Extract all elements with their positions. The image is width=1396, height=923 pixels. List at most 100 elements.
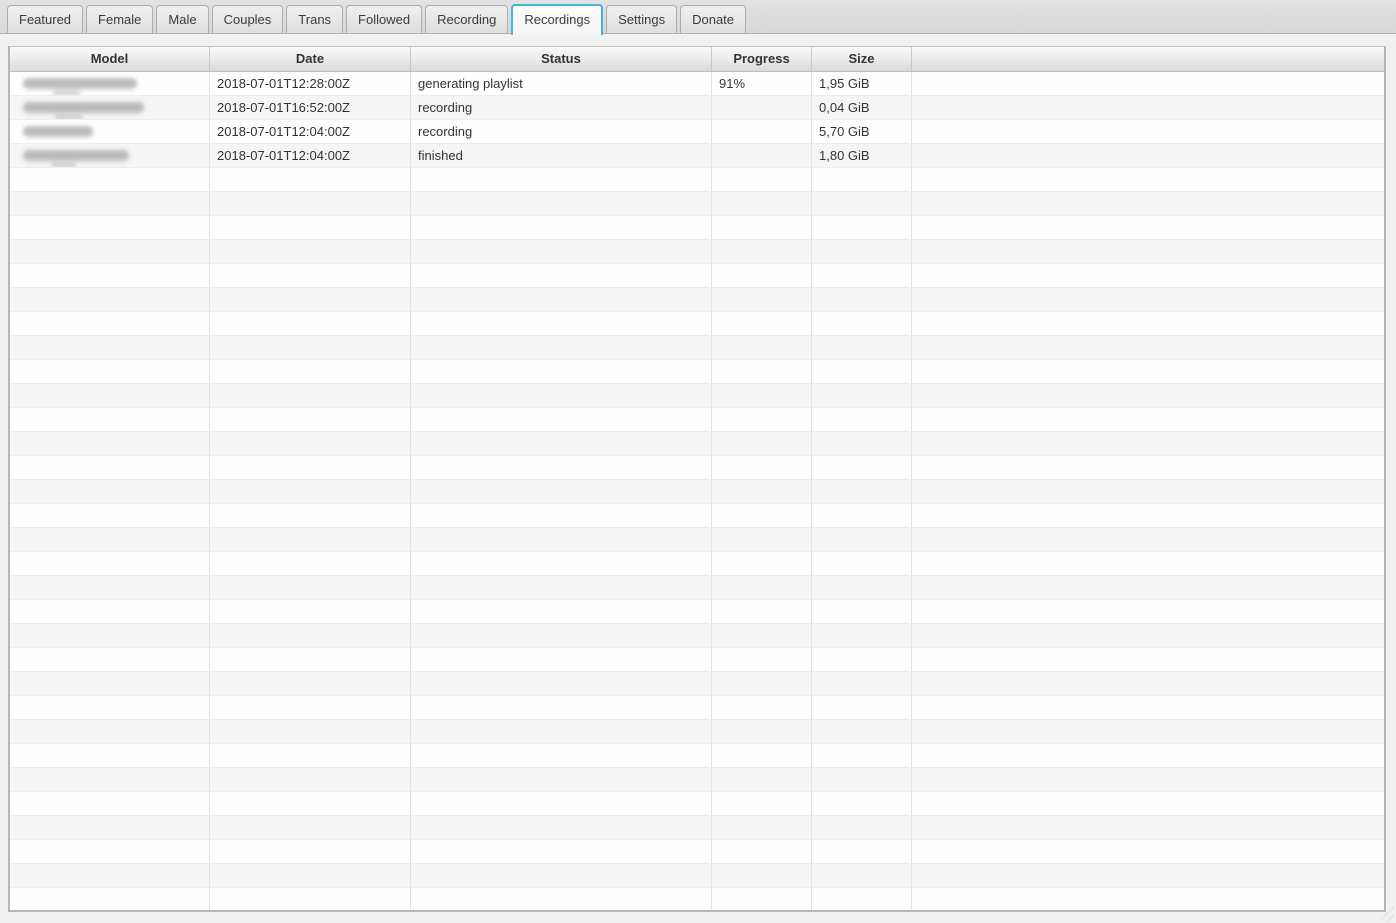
empty-cell [10, 696, 210, 719]
empty-cell [10, 384, 210, 407]
empty-cell [10, 168, 210, 191]
empty-cell [912, 504, 1384, 527]
empty-cell [712, 408, 812, 431]
table-body: 2018-07-01T12:28:00Z generating playlist 9… [10, 72, 1384, 910]
cell-date: 2018-07-01T16:52:00Z [210, 96, 411, 119]
empty-cell [10, 768, 210, 791]
empty-cell [912, 240, 1384, 263]
empty-cell [912, 768, 1384, 791]
empty-cell [10, 816, 210, 839]
empty-cell [912, 576, 1384, 599]
empty-cell [812, 720, 912, 743]
empty-cell [411, 168, 712, 191]
tab-followed[interactable]: Followed [346, 5, 423, 33]
column-header-progress[interactable]: Progress [712, 47, 812, 71]
empty-cell [912, 624, 1384, 647]
tab-male[interactable]: Male [156, 5, 209, 33]
empty-cell [10, 624, 210, 647]
empty-cell [712, 264, 812, 287]
tab-settings[interactable]: Settings [606, 5, 678, 33]
empty-cell [812, 288, 912, 311]
empty-cell [210, 528, 411, 551]
empty-cell [712, 432, 812, 455]
empty-cell [210, 360, 411, 383]
column-header-model[interactable]: Model [10, 47, 210, 71]
empty-table-row [10, 504, 1384, 528]
empty-cell [411, 720, 712, 743]
table-row[interactable]: 2018-07-01T12:04:00Z finished 1,80 GiB [10, 144, 1384, 168]
empty-cell [812, 504, 912, 527]
empty-cell [210, 408, 411, 431]
cell-status: recording [411, 96, 712, 119]
empty-cell [210, 432, 411, 455]
cell-status: recording [411, 120, 712, 143]
empty-cell [411, 696, 712, 719]
empty-cell [411, 840, 712, 863]
tab-featured[interactable]: Featured [7, 5, 84, 33]
empty-cell [210, 312, 411, 335]
empty-cell [812, 768, 912, 791]
empty-cell [411, 456, 712, 479]
cell-model [10, 120, 210, 143]
empty-cell [912, 816, 1384, 839]
tab-recordings[interactable]: Recordings [511, 4, 604, 35]
empty-cell [210, 600, 411, 623]
empty-cell [912, 672, 1384, 695]
recordings-table: Model Date Status Progress Size 2018-07-01T1… [8, 46, 1386, 912]
empty-cell [712, 384, 812, 407]
empty-cell [912, 264, 1384, 287]
redacted-model-name [23, 102, 144, 119]
empty-cell [10, 792, 210, 815]
empty-cell [10, 648, 210, 671]
column-header-size[interactable]: Size [812, 47, 912, 71]
empty-cell [210, 888, 411, 910]
empty-table-row [10, 384, 1384, 408]
empty-table-row [10, 192, 1384, 216]
tab-donate[interactable]: Donate [680, 5, 747, 33]
column-header-date[interactable]: Date [210, 47, 411, 71]
empty-cell [912, 216, 1384, 239]
empty-cell [712, 792, 812, 815]
empty-cell [912, 456, 1384, 479]
tab-recording[interactable]: Recording [425, 5, 509, 33]
empty-table-row [10, 672, 1384, 696]
empty-cell [411, 648, 712, 671]
empty-cell [10, 360, 210, 383]
empty-cell [411, 360, 712, 383]
tab-female[interactable]: Female [86, 5, 154, 33]
table-row[interactable]: 2018-07-01T16:52:00Z recording 0,04 GiB [10, 96, 1384, 120]
empty-cell [812, 888, 912, 910]
empty-cell [812, 456, 912, 479]
empty-cell [411, 888, 712, 910]
empty-table-row [10, 288, 1384, 312]
empty-cell [712, 816, 812, 839]
empty-table-row [10, 888, 1384, 910]
empty-cell [10, 504, 210, 527]
empty-cell [812, 360, 912, 383]
empty-cell [10, 888, 210, 910]
redacted-model-name [23, 126, 93, 137]
cell-filler [912, 72, 1384, 95]
empty-cell [812, 816, 912, 839]
empty-table-row [10, 600, 1384, 624]
table-row[interactable]: 2018-07-01T12:28:00Z generating playlist 9… [10, 72, 1384, 96]
table-row[interactable]: 2018-07-01T12:04:00Z recording 5,70 GiB [10, 120, 1384, 144]
empty-cell [712, 648, 812, 671]
column-header-status[interactable]: Status [411, 47, 712, 71]
empty-cell [10, 192, 210, 215]
empty-table-row [10, 264, 1384, 288]
empty-cell [712, 888, 812, 910]
empty-cell [210, 384, 411, 407]
empty-cell [712, 480, 812, 503]
cell-size: 1,80 GiB [812, 144, 912, 167]
empty-cell [10, 240, 210, 263]
empty-cell [210, 288, 411, 311]
tab-couples[interactable]: Couples [211, 5, 284, 33]
empty-cell [10, 336, 210, 359]
tab-trans[interactable]: Trans [286, 5, 344, 33]
empty-cell [411, 768, 712, 791]
empty-cell [912, 336, 1384, 359]
empty-cell [411, 672, 712, 695]
empty-cell [812, 168, 912, 191]
empty-table-row [10, 336, 1384, 360]
